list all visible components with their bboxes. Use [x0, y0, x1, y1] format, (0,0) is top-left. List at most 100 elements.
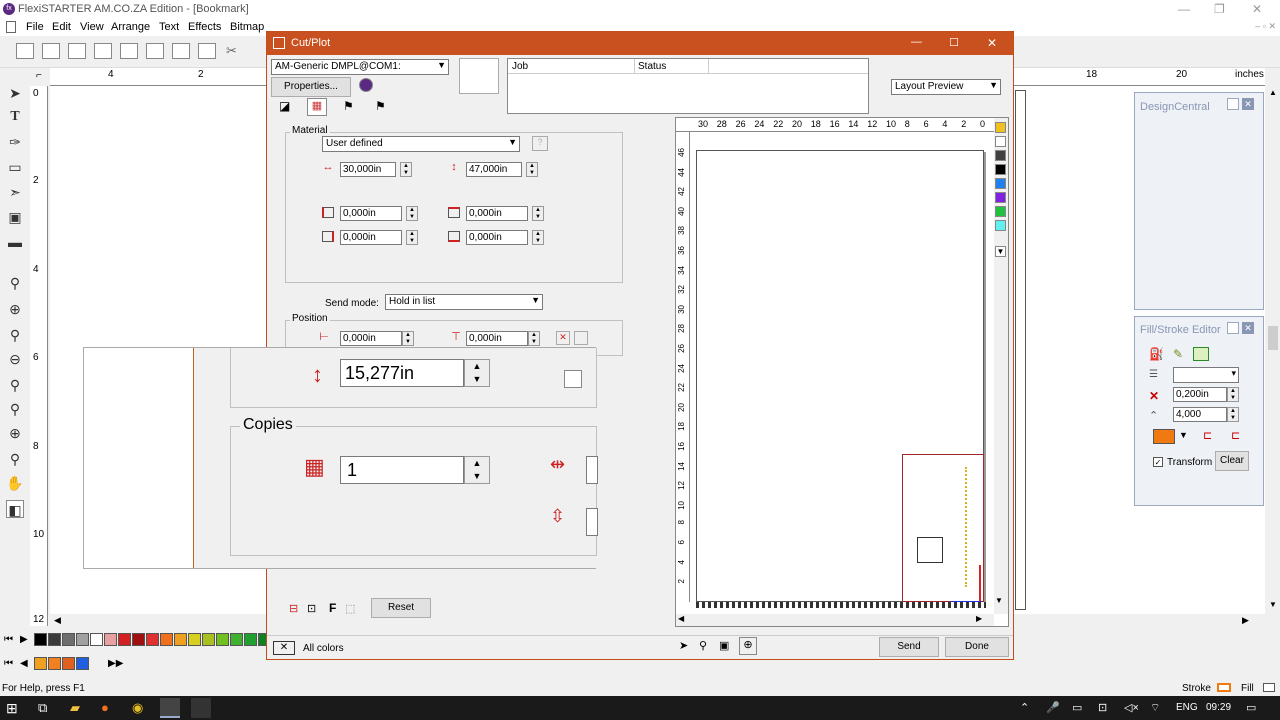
job-column-header[interactable]: Job — [512, 61, 528, 72]
material-select[interactable]: User defined ▼ — [322, 136, 520, 152]
swatch-scroll-down-icon[interactable]: ▼ — [995, 246, 1006, 257]
menu-arrange[interactable]: Arrange — [111, 21, 150, 33]
stroke-width-spinner[interactable]: ▲ ▼ — [1227, 387, 1239, 402]
magnified-size-field[interactable]: 15,277in — [340, 359, 464, 387]
preview-fit-icon[interactable]: ▣ — [719, 639, 729, 652]
tile-icon[interactable]: ⊟ — [289, 602, 298, 615]
scroll-down-icon[interactable]: ▼ — [1269, 600, 1277, 609]
margin-bottom-spinner[interactable]: ▲ ▼ — [532, 230, 544, 245]
dialog-close-icon[interactable]: ✕ — [987, 36, 997, 50]
job-list[interactable]: Job Status — [507, 58, 869, 114]
join-style-icon[interactable]: ⊏ — [1231, 429, 1240, 442]
width-field[interactable]: 30,000in — [340, 162, 396, 177]
color-dropdown-icon[interactable]: ▼ — [1179, 430, 1188, 440]
new-icon[interactable] — [16, 43, 34, 59]
position-y-field[interactable]: 0,000in — [466, 331, 528, 346]
color-swatch[interactable] — [258, 633, 266, 646]
start-icon[interactable]: ⊞ — [6, 700, 18, 717]
send-button[interactable]: Send — [879, 637, 939, 657]
horizontal-spacing-field[interactable] — [586, 456, 598, 484]
preview-h-scrollbar[interactable]: ◀ ▶ — [676, 614, 994, 626]
preview-scroll-right-icon[interactable]: ▶ — [976, 614, 982, 623]
close-icon[interactable]: ✕ — [1252, 2, 1262, 16]
advanced-tab-icon[interactable]: ⚑ — [375, 99, 386, 113]
minimize-icon[interactable]: — — [1178, 2, 1190, 16]
margin-bottom-field[interactable]: 0,000in — [466, 230, 528, 245]
menu-view[interactable]: View — [80, 21, 104, 33]
color-swatch[interactable] — [118, 633, 131, 646]
wifi-icon[interactable]: ⌔ — [1150, 701, 1160, 715]
text-tool-icon[interactable]: T — [6, 108, 24, 126]
margin-top-field[interactable]: 0,000in — [466, 206, 528, 221]
mic-icon[interactable]: 🎤 — [1046, 701, 1060, 714]
color-swatch[interactable] — [34, 633, 47, 646]
width-spinner[interactable]: ▲ ▼ — [400, 162, 412, 177]
menu-effects[interactable]: Effects — [188, 21, 221, 33]
preview-color-swatch[interactable] — [995, 220, 1006, 231]
preview-select-icon[interactable]: ➤ — [679, 639, 688, 652]
magnified-checkbox[interactable] — [564, 370, 582, 388]
panel-close-icon[interactable]: ✕ — [1242, 322, 1254, 334]
frame-icon[interactable]: ⬚ — [345, 602, 355, 615]
magnified-size-spinner[interactable]: ▲ ▼ — [464, 359, 490, 387]
color-swatch[interactable] — [48, 633, 61, 646]
preview-color-swatch[interactable] — [995, 178, 1006, 189]
color-swatch[interactable] — [76, 633, 89, 646]
production-manager-icon[interactable] — [359, 78, 373, 92]
color-swatch[interactable] — [76, 657, 89, 670]
stroke-color-swatch[interactable] — [1153, 429, 1175, 444]
select-tool-icon[interactable]: ➤ — [6, 84, 24, 102]
panel-close-icon[interactable]: ✕ — [1242, 98, 1254, 110]
task-view-icon[interactable]: ⧉ — [38, 700, 47, 716]
font-icon[interactable]: F — [329, 601, 336, 615]
dialog-minimize-icon[interactable]: — — [911, 36, 922, 48]
color-swatch[interactable] — [216, 633, 229, 646]
flexi-task-icon[interactable] — [160, 698, 180, 718]
palette-next-icon[interactable]: ◀ — [20, 658, 28, 669]
margin-right-spinner[interactable]: ▲ ▼ — [406, 230, 418, 245]
fill-bucket-icon[interactable]: ⛽ — [1149, 347, 1164, 361]
scissors-icon[interactable]: ✂ — [226, 43, 237, 59]
all-colors-icon[interactable]: ✕ — [273, 641, 295, 655]
document-icon[interactable] — [6, 21, 16, 33]
palette-prev-icon[interactable]: ⏮ — [4, 634, 13, 645]
view-mode-icon[interactable]: ◧ — [6, 500, 24, 518]
volume-icon[interactable]: ◁× — [1124, 701, 1139, 714]
options-tab-icon[interactable]: ⚑ — [343, 99, 354, 113]
preview-color-swatch[interactable] — [995, 122, 1006, 133]
weed-icon[interactable]: ⊡ — [307, 602, 316, 615]
battery-icon[interactable]: ▭ — [1072, 701, 1082, 714]
recent-swatches[interactable] — [34, 657, 104, 670]
effect-icon[interactable] — [1193, 347, 1209, 361]
measure-tool-icon[interactable]: ▬ — [6, 233, 24, 251]
preview-color-swatch[interactable] — [995, 164, 1006, 175]
preview-color-swatch[interactable] — [995, 192, 1006, 203]
color-swatch[interactable] — [104, 633, 117, 646]
language-indicator[interactable]: ENG — [1176, 702, 1198, 713]
scroll-up-icon[interactable]: ▲ — [1269, 88, 1277, 97]
position-origin-icon[interactable] — [574, 331, 588, 345]
material-info-icon[interactable]: ? — [532, 136, 548, 151]
material-tab-icon[interactable]: ▦ — [307, 98, 327, 116]
menu-file[interactable]: File — [26, 21, 44, 33]
save-all-icon[interactable] — [94, 43, 112, 59]
zoom-in-icon[interactable]: ⊕ — [6, 300, 24, 318]
device-select[interactable]: AM-Generic DMPL@COM1: ▼ — [271, 59, 449, 75]
color-swatch[interactable] — [90, 633, 103, 646]
preview-zoom-all-icon[interactable]: ⊕ — [739, 637, 757, 655]
preview-zoom-icon[interactable]: ⚲ — [699, 639, 707, 652]
stroke-width-field[interactable]: 0,200in — [1173, 387, 1227, 402]
rectangle-tool-icon[interactable]: ▭ — [6, 158, 24, 176]
margin-right-field[interactable]: 0,000in — [340, 230, 402, 245]
pen-tool-icon[interactable]: ✑ — [6, 133, 24, 151]
height-field[interactable]: 47,000in — [466, 162, 522, 177]
file-explorer-icon[interactable]: ▰ — [70, 700, 80, 716]
cap-style-icon[interactable]: ⊏ — [1203, 429, 1212, 442]
palette-next-icon[interactable]: ▶ — [20, 634, 28, 645]
color-swatch[interactable] — [174, 633, 187, 646]
scroll-right-icon[interactable]: ▶ — [1242, 615, 1249, 626]
vertical-spacing-field[interactable] — [586, 508, 598, 536]
copies-field[interactable]: 1 — [340, 456, 464, 484]
restore-icon[interactable]: ❐ — [1214, 2, 1225, 16]
zoom-all-icon[interactable]: ⚲ — [6, 376, 24, 394]
